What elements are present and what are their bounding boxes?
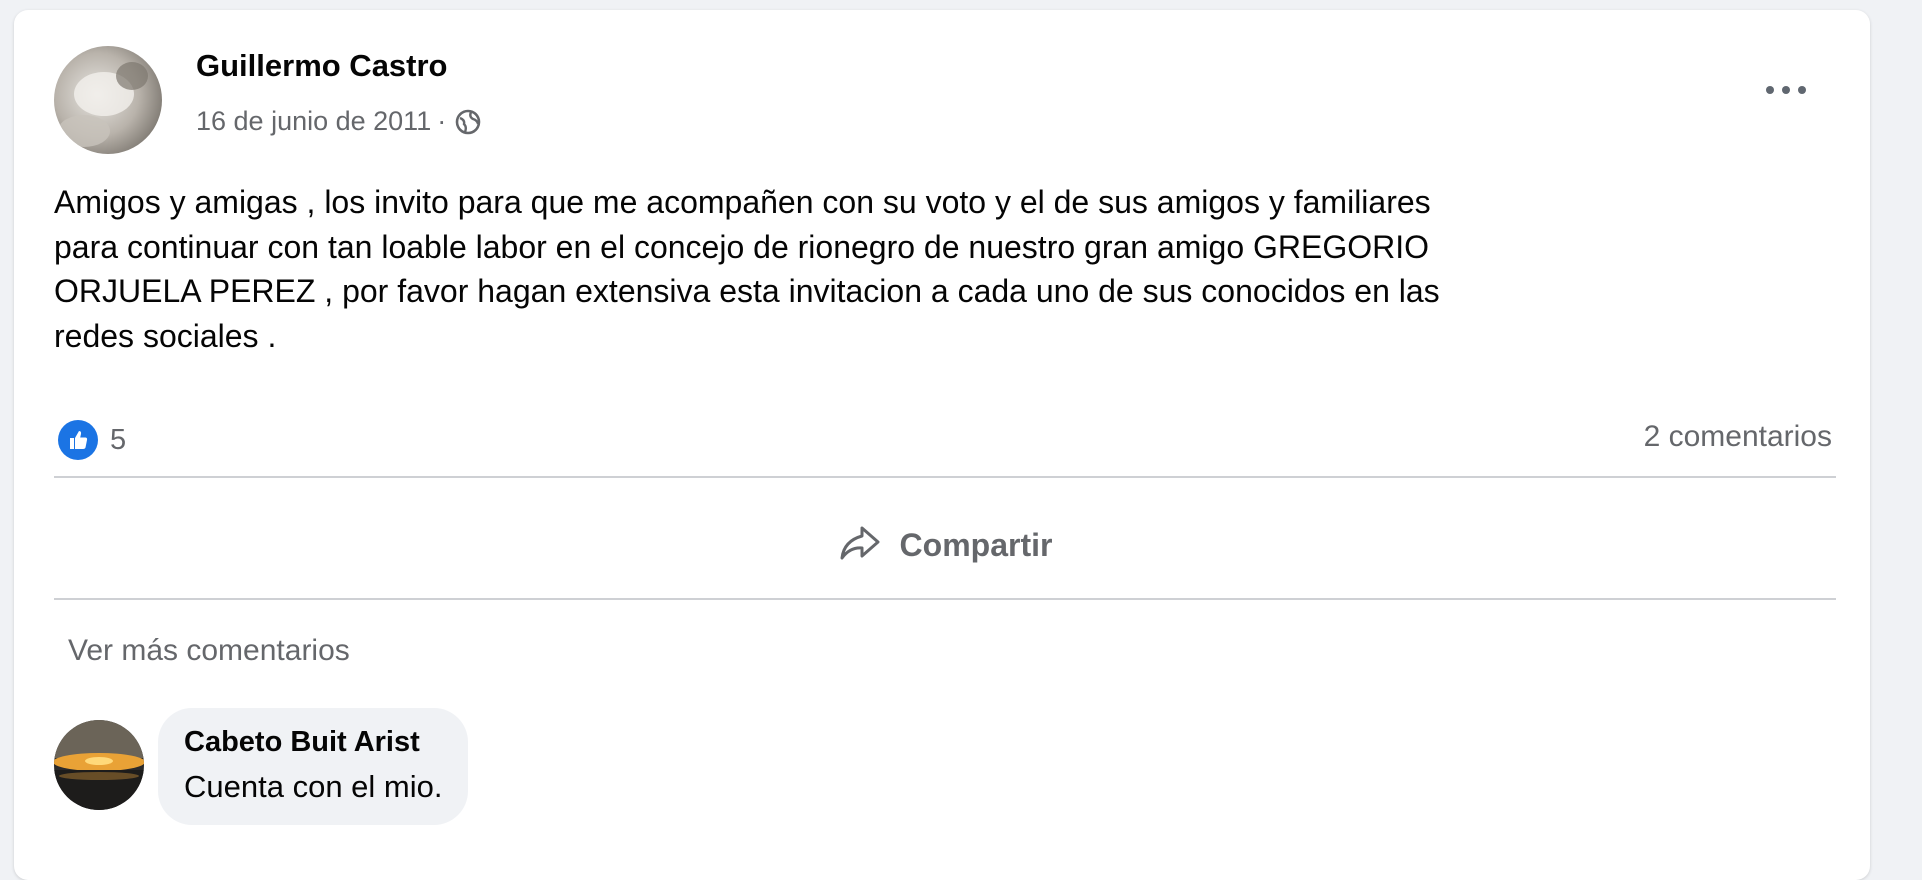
reaction-count: 5 — [110, 423, 127, 456]
more-horizontal-icon — [1764, 83, 1808, 101]
comment-count-link[interactable]: 2 comentarios — [1644, 420, 1832, 454]
meta-separator: · — [437, 106, 447, 136]
comment-author[interactable]: Cabeto Buit Arist — [184, 726, 442, 759]
comment-text: Cuenta con el mio. — [184, 769, 443, 804]
comment-bubble: Cabeto Buit Arist Cuenta con el mio. — [158, 708, 469, 825]
view-more-comments-link[interactable]: Ver más comentarios — [68, 634, 350, 668]
share-label: Compartir — [899, 526, 1053, 563]
author-name[interactable]: Guillermo Castro — [196, 48, 448, 84]
post-date[interactable]: 16 de junio de 2011 — [196, 106, 431, 137]
like-icon — [58, 420, 98, 460]
share-button[interactable]: Compartir — [54, 490, 1836, 600]
post-card: Guillermo Castro 16 de junio de 2011 · A… — [14, 10, 1870, 880]
post-text: Amigos y amigas , los invito para que me… — [54, 184, 1440, 354]
share-icon — [838, 523, 882, 568]
post-meta: 16 de junio de 2011 · — [196, 106, 482, 137]
globe-icon — [454, 108, 482, 136]
author-avatar[interactable] — [54, 46, 162, 154]
commenter-avatar[interactable] — [54, 720, 144, 810]
divider-bottom — [54, 598, 1836, 600]
reactions-summary[interactable]: 5 — [58, 420, 126, 460]
divider-top — [54, 476, 1836, 478]
more-options-button[interactable] — [1756, 72, 1816, 112]
